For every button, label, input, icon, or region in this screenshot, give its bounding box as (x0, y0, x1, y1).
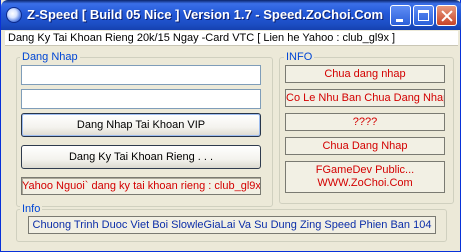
maximize-button[interactable] (413, 5, 434, 26)
app-window: Z-Speed [ Build 05 Nice ] Version 1.7 - … (0, 0, 461, 252)
notice-bar: Dang Ky Tai Khoan Rieng 20k/15 Ngay -Car… (5, 31, 458, 46)
login-message-label: Co Le Nhu Ban Chua Dang Nhap (285, 89, 445, 107)
credit-line-1: FGameDev Public... (315, 164, 415, 176)
unknown-status-label: ???? (285, 113, 445, 131)
account-status-label: Chua Dang Nhap (285, 137, 445, 155)
register-account-button[interactable]: Dang Ky Tai Khoan Rieng . . . (21, 145, 261, 169)
info-group-legend: INFO (284, 51, 315, 63)
contact-yahoo-text: Yahoo Nguoi` dang ky tai khoan rieng : c… (21, 177, 261, 195)
login-vip-button[interactable]: Dang Nhap Tai Khoan VIP (21, 113, 261, 137)
password-input[interactable] (21, 89, 261, 109)
app-icon (6, 7, 22, 23)
username-input[interactable] (21, 65, 261, 85)
credit-line-2: WWW.ZoChoi.Com (317, 177, 413, 189)
window-title: Z-Speed [ Build 05 Nice ] Version 1.7 - … (27, 7, 384, 22)
credit-box: FGameDev Public... WWW.ZoChoi.Com (285, 161, 445, 193)
login-status-label: Chua dang nhap (285, 65, 445, 83)
minimize-button[interactable] (390, 5, 411, 26)
author-info-text: Chuong Trinh Duoc Viet Boi SlowleGiaLai … (28, 216, 436, 234)
title-bar[interactable]: Z-Speed [ Build 05 Nice ] Version 1.7 - … (1, 0, 461, 30)
close-button[interactable] (436, 5, 457, 26)
login-group-legend: Dang Nhap (20, 51, 80, 63)
bottom-info-legend: Info (20, 203, 43, 215)
